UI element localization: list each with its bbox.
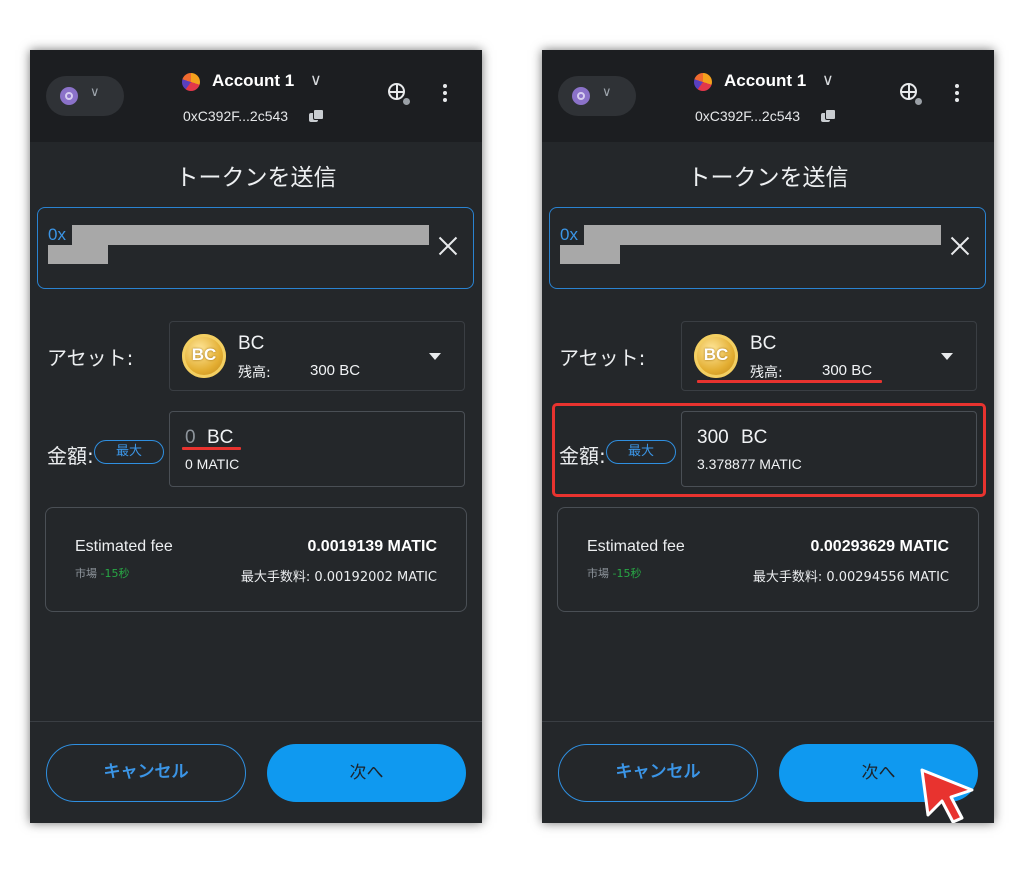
more-options-icon[interactable]	[443, 84, 447, 102]
amount-value: 300	[697, 427, 729, 448]
recipient-address-field[interactable]: 0x	[37, 207, 474, 289]
account-avatar-icon	[694, 73, 712, 91]
amount-value: 0	[185, 427, 196, 448]
metamask-send-panel-left: ∨ Account 1 ∨ 0xC392F...2c543 トークンを送信 0x…	[30, 50, 482, 823]
wallet-header: ∨ Account 1 ∨ 0xC392F...2c543	[542, 50, 994, 142]
wallet-header: ∨ Account 1 ∨ 0xC392F...2c543	[30, 50, 482, 142]
copy-icon[interactable]	[309, 109, 324, 123]
connection-status-dot	[914, 97, 923, 106]
chevron-down-icon: ∨	[310, 70, 322, 89]
cancel-button[interactable]: キャンセル	[46, 744, 246, 802]
max-button[interactable]: 最大	[94, 440, 164, 464]
account-name: Account 1	[724, 71, 807, 90]
amount-fiat: 0 MATIC	[185, 456, 240, 472]
redacted-address	[584, 225, 941, 245]
fee-value: 0.0019139 MATIC	[307, 538, 437, 555]
fee-summary: Estimated fee 0.00293629 MATIC 市場 -15秒 最…	[557, 507, 979, 612]
amount-label: 金額:	[47, 444, 94, 468]
account-address: 0xC392F...2c543	[183, 108, 289, 124]
chevron-down-icon: ∨	[90, 85, 100, 100]
amount-unit: BC	[741, 427, 768, 448]
highlight-underline	[697, 380, 882, 383]
account-name: Account 1	[212, 71, 295, 90]
caret-down-icon	[941, 353, 953, 360]
close-icon[interactable]	[950, 236, 970, 256]
fee-max: 最大手数料: 0.00192002 MATIC	[240, 570, 437, 585]
next-button[interactable]: 次へ	[267, 744, 466, 802]
footer-divider	[30, 721, 482, 722]
amount-input[interactable]: 300 BC 3.378877 MATIC	[681, 411, 977, 487]
polygon-network-icon	[572, 87, 590, 105]
chevron-down-icon: ∨	[822, 70, 834, 89]
cancel-button[interactable]: キャンセル	[558, 744, 758, 802]
account-address: 0xC392F...2c543	[695, 108, 801, 124]
asset-label: アセット:	[47, 346, 134, 370]
copy-icon[interactable]	[821, 109, 836, 123]
balance-label: 残高:	[238, 365, 271, 381]
network-selector[interactable]: ∨	[46, 76, 124, 116]
fee-market: 市場 -15秒	[587, 567, 642, 580]
balance-value: 300 BC	[822, 362, 873, 379]
bc-coin-icon: BC	[694, 334, 738, 378]
asset-symbol: BC	[750, 333, 777, 354]
fee-value: 0.00293629 MATIC	[810, 538, 949, 555]
asset-symbol: BC	[238, 333, 265, 354]
network-selector[interactable]: ∨	[558, 76, 636, 116]
fee-summary: Estimated fee 0.0019139 MATIC 市場 -15秒 最大…	[45, 507, 467, 612]
balance-value: 300 BC	[310, 362, 361, 379]
pointer-cursor-icon	[920, 768, 974, 823]
page-title: トークンを送信	[687, 165, 849, 191]
polygon-network-icon	[60, 87, 78, 105]
chevron-down-icon: ∨	[602, 85, 612, 100]
redacted-address	[72, 225, 429, 245]
highlight-underline	[182, 447, 241, 450]
balance-label: 残高:	[750, 365, 783, 381]
fee-max: 最大手数料: 0.00294556 MATIC	[752, 570, 949, 585]
asset-label: アセット:	[559, 346, 646, 370]
fee-market: 市場 -15秒	[75, 567, 130, 580]
fee-label: Estimated fee	[587, 538, 685, 555]
amount-label: 金額:	[559, 444, 606, 468]
page-title: トークンを送信	[175, 165, 337, 191]
metamask-send-panel-right: ∨ Account 1 ∨ 0xC392F...2c543 トークンを送信 0x…	[542, 50, 994, 823]
asset-selector[interactable]: BC BC 残高: 300 BC	[169, 321, 465, 391]
more-options-icon[interactable]	[955, 84, 959, 102]
close-icon[interactable]	[438, 236, 458, 256]
footer-divider	[542, 721, 994, 722]
redacted-address	[48, 245, 108, 264]
connection-status-dot	[402, 97, 411, 106]
fee-label: Estimated fee	[75, 538, 173, 555]
bc-coin-icon: BC	[182, 334, 226, 378]
recipient-address-field[interactable]: 0x	[549, 207, 986, 289]
amount-unit: BC	[207, 427, 234, 448]
amount-fiat: 3.378877 MATIC	[697, 456, 802, 472]
account-avatar-icon	[182, 73, 200, 91]
recipient-prefix: 0x	[48, 225, 66, 244]
max-button[interactable]: 最大	[606, 440, 676, 464]
recipient-prefix: 0x	[560, 225, 578, 244]
redacted-address	[560, 245, 620, 264]
caret-down-icon	[429, 353, 441, 360]
